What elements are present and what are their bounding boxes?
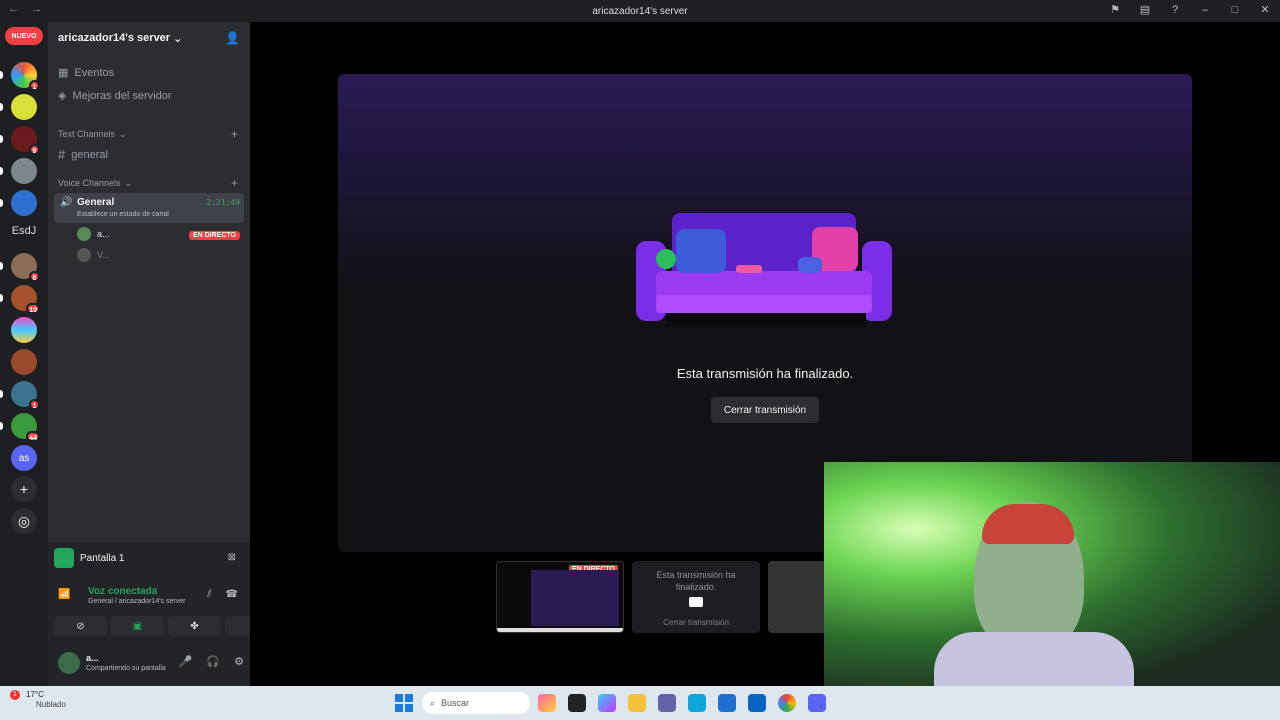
server-esdj[interactable]: EsdJ	[0, 225, 48, 237]
search-icon: ⌕	[430, 697, 436, 708]
text-category[interactable]: Text Channels ⌄	[58, 129, 127, 140]
screen-share-info[interactable]: Pantalla 1	[54, 548, 124, 568]
server-list: NUEVO 1 9 EsdJ 6 10 1 44 as + ◎	[0, 22, 48, 686]
start-icon[interactable]	[395, 694, 413, 712]
server-icon[interactable]: 44	[0, 413, 40, 442]
voice-category[interactable]: Voice Channels ⌄	[58, 178, 132, 189]
share-screen-button[interactable]: ▣	[111, 616, 164, 636]
server-icon[interactable]: 1	[0, 381, 40, 410]
chevron-down-icon: ⌄	[124, 178, 133, 188]
voice-user[interactable]: a...	[77, 227, 110, 241]
task-view-icon[interactable]	[568, 694, 586, 712]
discord-icon[interactable]	[808, 694, 826, 712]
title-bar: ← → aricazador14's server ⚑ ▤ ? – □ ✕	[0, 0, 1280, 22]
close-icon[interactable]: ✕	[1258, 3, 1272, 16]
new-badge[interactable]: NUEVO	[5, 27, 43, 45]
avatar[interactable]	[58, 652, 80, 674]
server-icon[interactable]: 10	[0, 285, 40, 314]
chrome-icon[interactable]	[778, 694, 796, 712]
server-header[interactable]: aricazador14's server ⌄ 👤	[48, 22, 250, 54]
signal-icon: 📶	[58, 589, 71, 600]
flag-icon[interactable]: ⚑	[1108, 3, 1122, 16]
chevron-down-icon: ⌄	[119, 129, 127, 139]
noise-suppression-icon[interactable]: ⫽	[207, 589, 211, 600]
stream-ended-message: Esta transmisión ha finalizado.	[676, 366, 854, 381]
disconnect-icon[interactable]: ☎	[226, 589, 238, 600]
store-icon[interactable]	[718, 694, 736, 712]
add-server-icon[interactable]: +	[11, 476, 37, 502]
activities-icon: ✤	[190, 620, 199, 632]
weather-badge: 1	[10, 690, 20, 700]
screen-share-icon: ▣	[132, 620, 143, 632]
speaker-icon: 🔊	[60, 197, 73, 208]
boost-icon: ◈	[58, 90, 67, 102]
maximize-icon[interactable]: □	[1228, 4, 1242, 16]
stream-view: Esta transmisión ha finalizado. Cerrar t…	[250, 22, 1280, 692]
server-icon[interactable]: 6	[0, 253, 40, 282]
microphone-icon[interactable]: 🎤	[179, 655, 193, 668]
headphones-icon[interactable]: 🎧	[206, 655, 220, 668]
voice-status[interactable]: Voz conectada	[88, 586, 157, 597]
teams-icon[interactable]	[658, 694, 676, 712]
server-icon[interactable]	[11, 317, 37, 343]
add-member-icon[interactable]: 👤	[225, 31, 240, 45]
thumbnail-preview	[531, 570, 619, 626]
webcam-overlay	[824, 462, 1280, 692]
gear-icon[interactable]: ⚙	[234, 655, 244, 668]
voice-panel: Pantalla 1 ⊠ 📶 Voz conectada General / a…	[48, 542, 278, 686]
screen-icon	[689, 597, 703, 607]
voice-user[interactable]: V...	[77, 248, 110, 262]
copilot-icon[interactable]	[598, 694, 616, 712]
add-channel-icon[interactable]: +	[231, 176, 238, 190]
taskbar-search[interactable]: ⌕ Buscar	[422, 692, 530, 714]
stream-thumbnail[interactable]: EN DIRECTO	[496, 561, 624, 633]
user-bar: a... Compartiendo su pantalla 🎤 🎧 ⚙	[14, 650, 244, 680]
server-icon[interactable]	[0, 190, 37, 216]
chevron-down-icon: ⌄	[170, 32, 183, 45]
back-icon[interactable]: ←	[8, 3, 19, 15]
server-icon[interactable]	[0, 94, 37, 120]
widget-icon[interactable]	[538, 694, 556, 712]
add-channel-icon[interactable]: +	[231, 127, 238, 141]
stop-share-icon[interactable]: ⊠	[228, 552, 236, 563]
activities-button[interactable]: ✤	[168, 616, 221, 636]
minimize-icon[interactable]: –	[1198, 4, 1212, 16]
voice-channel-general[interactable]: 🔊 General Establece un estado de canal 2…	[54, 193, 244, 223]
inbox-icon[interactable]: ▤	[1138, 3, 1152, 16]
server-icon[interactable]: 1	[0, 62, 40, 91]
avatar	[77, 227, 91, 241]
participant-thumbnail[interactable]	[768, 561, 828, 633]
outlook-icon[interactable]	[748, 694, 766, 712]
couch-illustration	[636, 213, 892, 327]
shirt	[934, 632, 1134, 692]
server-icon[interactable]: 9	[0, 126, 40, 155]
window-title: aricazador14's server	[592, 5, 688, 17]
avatar	[77, 248, 91, 262]
close-stream-button[interactable]: Cerrar transmisión	[711, 397, 819, 423]
weather-widget[interactable]: 1 17°C Nublado	[10, 690, 66, 710]
taskbar: 1 17°C Nublado ⌕ Buscar	[0, 686, 1280, 720]
cap	[982, 504, 1074, 544]
calendar-icon: ▦	[58, 67, 69, 79]
explore-icon[interactable]: ◎	[11, 508, 37, 534]
server-icon[interactable]	[11, 349, 37, 375]
screen-icon	[54, 548, 74, 568]
camera-off-icon: ⊘	[76, 620, 85, 632]
server-icon-active[interactable]: as	[11, 445, 37, 471]
file-explorer-icon[interactable]	[628, 694, 646, 712]
ended-stream-thumbnail[interactable]: Esta transmisión ha finalizado. Cerrar t…	[632, 561, 760, 633]
channel-general[interactable]: # general	[58, 147, 108, 162]
camera-button[interactable]: ⊘	[54, 616, 107, 636]
hash-icon: #	[58, 147, 66, 162]
server-icon[interactable]	[0, 158, 37, 184]
edge-icon[interactable]	[688, 694, 706, 712]
live-badge: EN DIRECTO	[188, 231, 240, 240]
forward-icon[interactable]: →	[31, 3, 42, 15]
events-item[interactable]: ▦ Eventos	[58, 66, 114, 80]
boosts-item[interactable]: ◈ Mejoras del servidor	[58, 89, 172, 103]
help-icon[interactable]: ?	[1168, 4, 1182, 16]
